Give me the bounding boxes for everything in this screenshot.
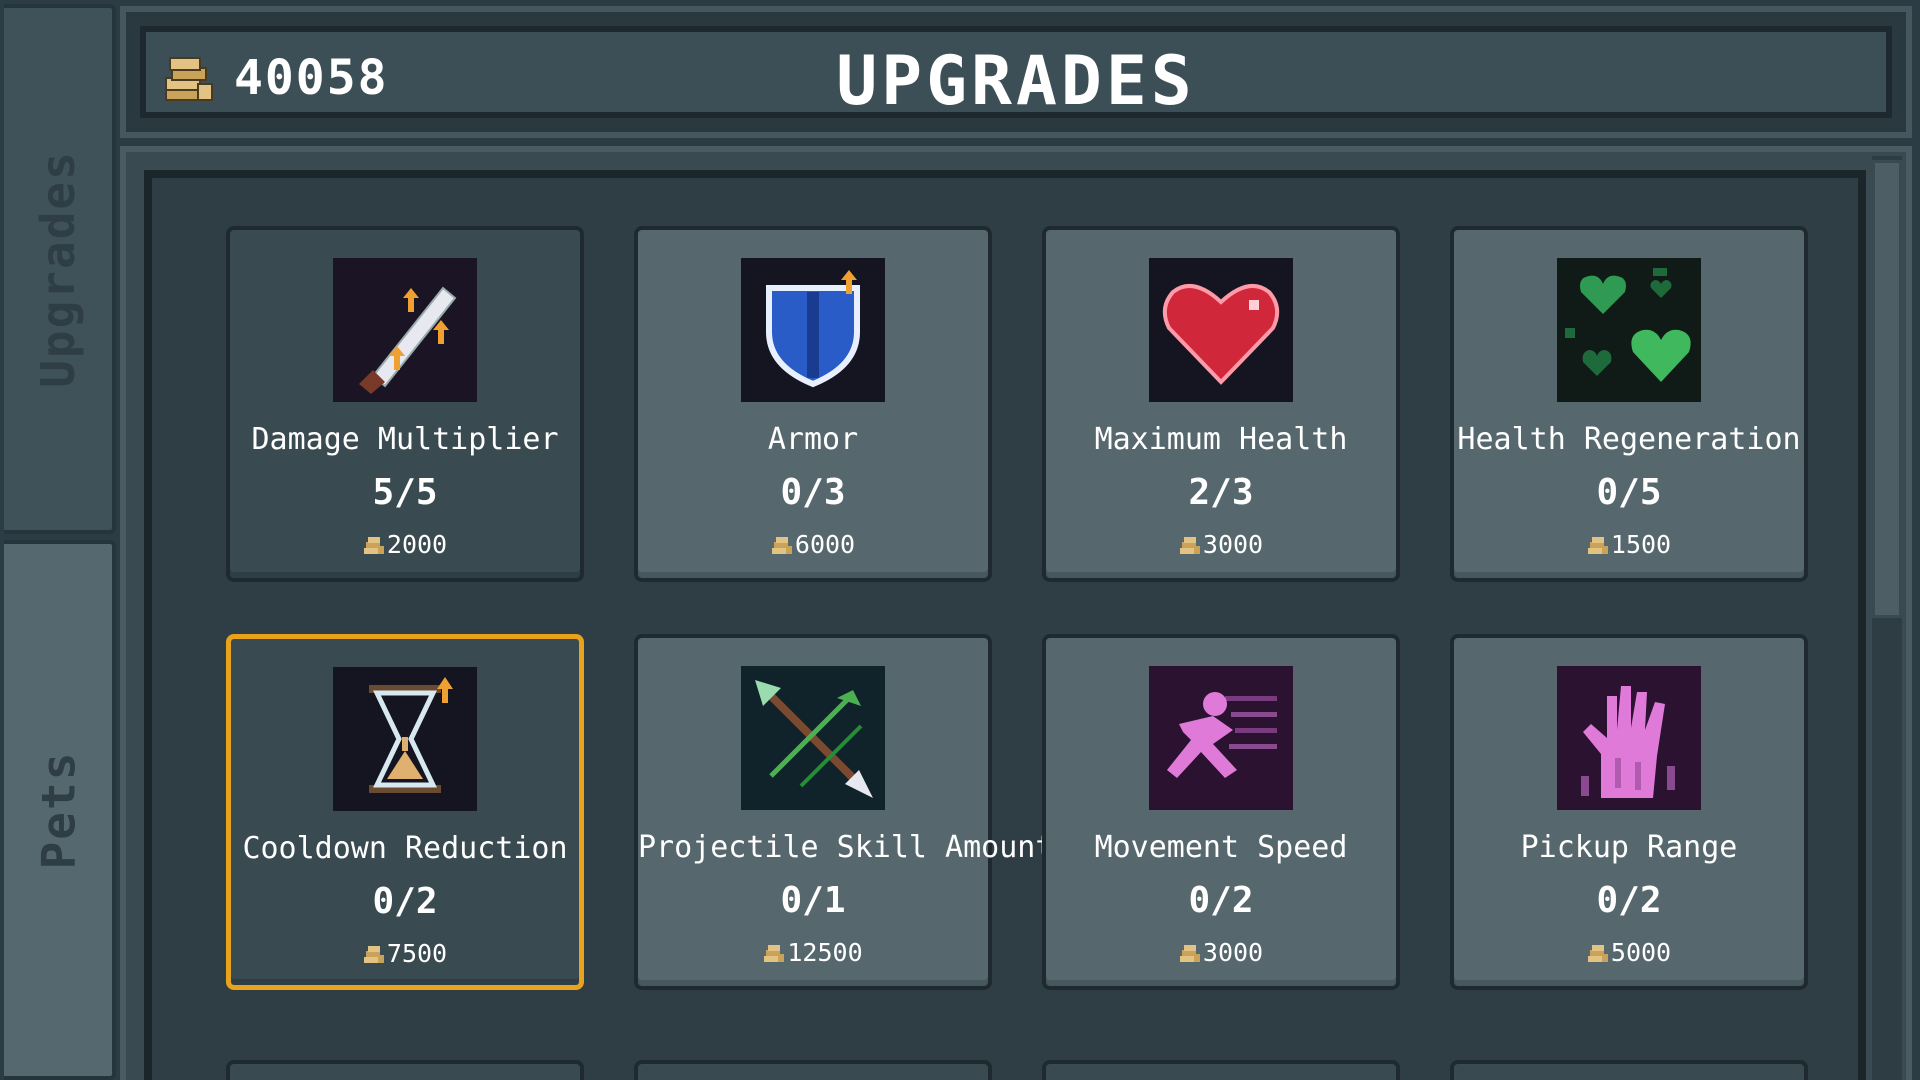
upgrade-name: Pickup Range — [1520, 830, 1738, 865]
upgrade-name: Movement Speed — [1094, 830, 1348, 865]
heart-icon — [1149, 258, 1293, 402]
upgrade-level: 5/5 — [372, 472, 438, 513]
tab-upgrades-label: Upgrades — [31, 150, 85, 388]
upgrade-card-cooldown-reduction[interactable]: Cooldown Reduction 0/2 7500 — [226, 634, 584, 990]
coin-icon — [1179, 537, 1200, 554]
upgrade-cost: 6000 — [638, 530, 988, 559]
upgrade-cost-value: 2000 — [386, 530, 448, 559]
scrollbar-track[interactable] — [1872, 156, 1902, 1080]
upgrade-card-partial[interactable] — [634, 1060, 992, 1080]
upgrade-cost: 1500 — [1454, 530, 1804, 559]
upgrade-card-armor[interactable]: Armor 0/3 6000 — [634, 226, 992, 582]
upgrade-cost: 7500 — [231, 939, 579, 968]
coin-icon — [1587, 537, 1608, 554]
upgrade-card-maximum-health[interactable]: Maximum Health 2/3 3000 — [1042, 226, 1400, 582]
coin-icon — [1587, 945, 1608, 962]
upgrade-card-movement-speed[interactable]: Movement Speed 0/2 3000 — [1042, 634, 1400, 990]
upgrade-cost-value: 3000 — [1202, 938, 1264, 967]
upgrade-level: 0/3 — [780, 472, 846, 513]
arrows-icon — [741, 666, 885, 810]
upgrade-name: Damage Multiplier — [251, 422, 559, 457]
upgrade-cost: 2000 — [230, 530, 580, 559]
upgrade-level: 0/2 — [1188, 880, 1254, 921]
upgrade-card-partial[interactable] — [226, 1060, 584, 1080]
tab-upgrades[interactable]: Upgrades — [4, 4, 116, 534]
coin-icon — [1179, 945, 1200, 962]
green-hearts-icon — [1557, 258, 1701, 402]
upgrade-name: Health Regeneration — [1457, 422, 1801, 457]
page-title: UPGRADES — [836, 42, 1196, 121]
upgrade-level: 0/2 — [372, 881, 438, 922]
upgrade-cost-value: 7500 — [386, 939, 448, 968]
upgrade-name: Armor — [767, 422, 859, 457]
shield-icon — [741, 258, 885, 402]
upgrade-level: 0/5 — [1596, 472, 1662, 513]
upgrade-cost: 12500 — [638, 938, 988, 967]
header-bar: 40058 UPGRADES — [120, 6, 1912, 138]
upgrade-name: Cooldown Reduction — [242, 831, 568, 866]
upgrades-panel: Damage Multiplier 5/5 2000 Armor 0/3 600… — [120, 146, 1912, 1080]
upgrade-cost: 3000 — [1046, 938, 1396, 967]
upgrade-cost: 5000 — [1454, 938, 1804, 967]
upgrade-card-projectile-skill-amount[interactable]: Projectile Skill Amount 0/1 12500 — [634, 634, 1054, 990]
scrollbar-thumb[interactable] — [1872, 160, 1902, 618]
tab-pets[interactable]: Pets — [4, 540, 116, 1080]
running-figure-icon — [1149, 666, 1293, 810]
magnet-hand-icon — [1557, 666, 1701, 810]
upgrade-name: Maximum Health — [1094, 422, 1348, 457]
tab-pets-label: Pets — [31, 750, 85, 870]
header-inner: 40058 UPGRADES — [140, 26, 1892, 121]
upgrades-grid: Damage Multiplier 5/5 2000 Armor 0/3 600… — [144, 170, 1866, 1080]
upgrade-level: 0/2 — [1596, 880, 1662, 921]
upgrade-card-health-regeneration[interactable]: Health Regeneration 0/5 1500 — [1450, 226, 1808, 582]
hourglass-icon — [333, 667, 477, 811]
upgrade-level: 0/1 — [780, 880, 846, 921]
coin-icon — [771, 537, 792, 554]
sword-up-icon — [333, 258, 477, 402]
upgrade-cost-value: 6000 — [794, 530, 856, 559]
upgrade-level: 2/3 — [1188, 472, 1254, 513]
coin-icon — [363, 537, 384, 554]
upgrade-cost-value: 1500 — [1610, 530, 1672, 559]
upgrade-cost: 3000 — [1046, 530, 1396, 559]
coin-icon — [363, 946, 384, 963]
upgrade-name: Projectile Skill Amount — [638, 830, 1054, 865]
upgrade-card-pickup-range[interactable]: Pickup Range 0/2 5000 — [1450, 634, 1808, 990]
upgrade-cost-value: 5000 — [1610, 938, 1672, 967]
coin-icon — [764, 945, 785, 962]
upgrade-cost-value: 12500 — [787, 938, 863, 967]
upgrade-cost-value: 3000 — [1202, 530, 1264, 559]
upgrade-card-partial[interactable] — [1450, 1060, 1808, 1080]
upgrade-card-partial[interactable] — [1042, 1060, 1400, 1080]
upgrade-card-damage-multiplier[interactable]: Damage Multiplier 5/5 2000 — [226, 226, 584, 582]
